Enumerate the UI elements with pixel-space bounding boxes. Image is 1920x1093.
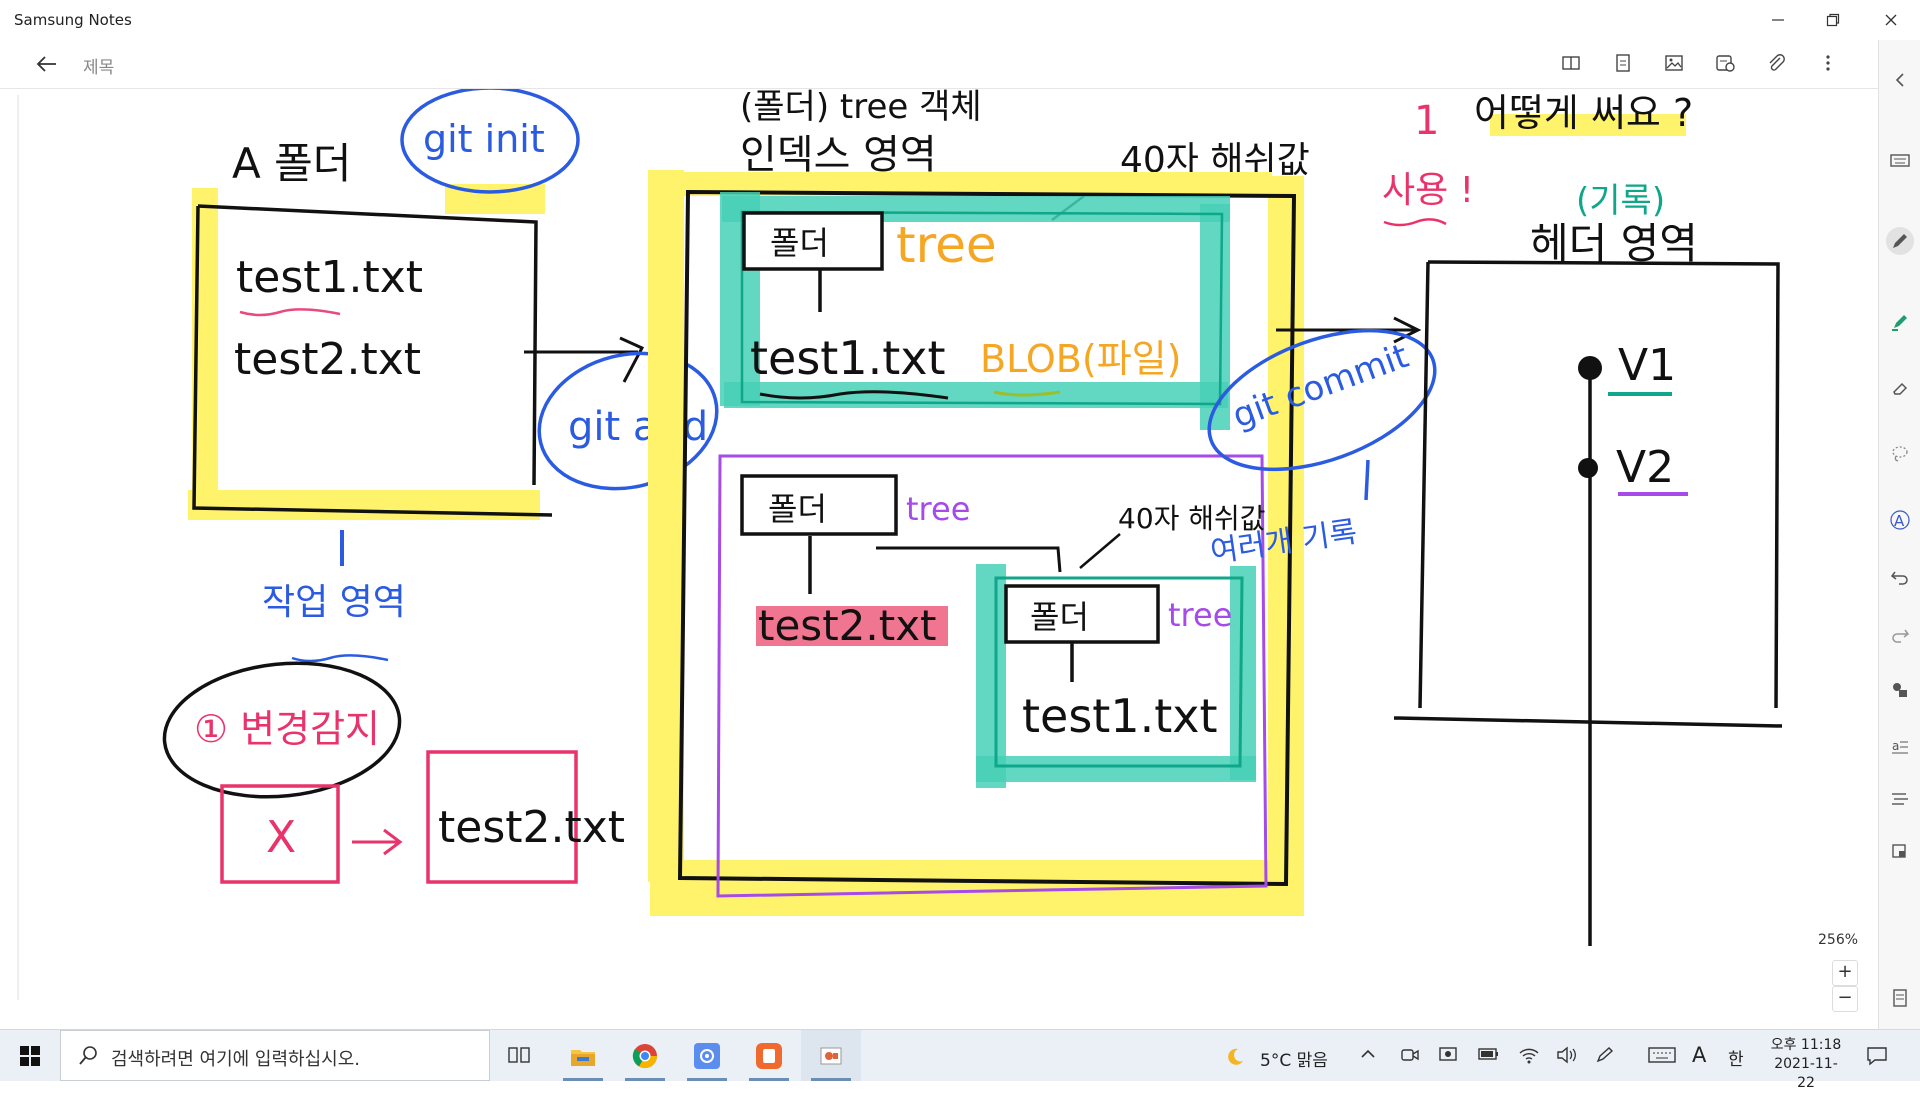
page-view-icon[interactable] bbox=[1612, 52, 1638, 76]
note-header: 제목 bbox=[0, 40, 1878, 89]
weather-moon-icon[interactable] bbox=[1224, 1046, 1246, 1073]
straighten-icon[interactable] bbox=[1886, 784, 1914, 812]
question-label: 어떻게 써요 ? bbox=[1474, 91, 1693, 135]
work-area-label: 작업 영역 bbox=[262, 582, 406, 623]
weather-text[interactable]: 5°C 맑음 bbox=[1260, 1046, 1328, 1071]
battery-icon[interactable] bbox=[1478, 1046, 1500, 1067]
settings-app-icon[interactable] bbox=[677, 1030, 737, 1081]
ime-language-text[interactable]: 한 bbox=[1728, 1045, 1744, 1070]
header-area-label: 헤더 영역 bbox=[1530, 219, 1698, 268]
lock-object-icon[interactable] bbox=[1886, 836, 1914, 864]
note-canvas[interactable]: A 폴더 git init test1.txt test2.txt git ad… bbox=[0, 86, 1878, 1029]
touch-keyboard-icon[interactable] bbox=[1648, 1046, 1676, 1069]
volume-icon[interactable] bbox=[1556, 1046, 1578, 1069]
file1-label: test1.txt bbox=[236, 252, 423, 303]
zoom-out-button[interactable]: − bbox=[1832, 986, 1858, 1012]
file1-index-label: test1.txt bbox=[750, 331, 946, 385]
svg-text:a: a bbox=[1892, 739, 1899, 753]
page-list-icon[interactable] bbox=[1886, 984, 1914, 1012]
note-title-field[interactable]: 제목 bbox=[83, 53, 114, 78]
search-icon bbox=[79, 1046, 97, 1065]
minimize-icon[interactable] bbox=[1755, 0, 1801, 40]
pen-workspace-icon[interactable] bbox=[1594, 1046, 1616, 1069]
handwriting-convert-icon[interactable]: A bbox=[1886, 506, 1914, 534]
tree-label-top: tree bbox=[896, 216, 997, 274]
taskbar-search-box[interactable]: 검색하려면 여기에 입력하십시오. bbox=[60, 1030, 490, 1081]
display-icon[interactable] bbox=[1438, 1046, 1460, 1069]
powerpoint-icon[interactable] bbox=[801, 1030, 861, 1081]
samsung-notes-icon[interactable] bbox=[739, 1030, 799, 1081]
file1-inner-label: test1.txt bbox=[1022, 689, 1218, 743]
meet-now-icon[interactable] bbox=[1400, 1046, 1420, 1069]
redo-icon[interactable] bbox=[1886, 620, 1914, 648]
tree-label-inner: tree bbox=[1168, 596, 1232, 634]
v1-label: V1 bbox=[1618, 340, 1676, 391]
change-detect-label: ① 변경감지 bbox=[194, 707, 380, 751]
num-one-label: 1 bbox=[1414, 98, 1439, 144]
file2-label: test2.txt bbox=[234, 334, 421, 385]
folder-a-label: A 폴더 bbox=[232, 139, 351, 188]
record-label: (기록) bbox=[1576, 181, 1665, 221]
tree-label-mid: tree bbox=[906, 490, 970, 528]
file-explorer-icon[interactable] bbox=[553, 1030, 613, 1081]
ime-mode-text[interactable]: A bbox=[1692, 1043, 1706, 1067]
text-convert-icon[interactable]: a bbox=[1886, 732, 1914, 760]
zoom-in-button[interactable]: + bbox=[1832, 960, 1858, 986]
windows-start-icon[interactable] bbox=[0, 1030, 60, 1081]
file2-index-label: test2.txt bbox=[758, 601, 937, 650]
keyboard-icon[interactable] bbox=[1886, 146, 1914, 174]
undo-icon[interactable] bbox=[1886, 562, 1914, 590]
book-view-icon[interactable] bbox=[1560, 52, 1586, 76]
taskbar: 검색하려면 여기에 입력하십시오. 5°C 맑음 A 한 오후 11:18 20… bbox=[0, 1029, 1920, 1091]
voice-icon[interactable] bbox=[1714, 52, 1740, 76]
index-area-label: 인덱스 영역 bbox=[740, 132, 937, 178]
eraser-icon[interactable] bbox=[1886, 374, 1914, 402]
handwriting-sketch: A 폴더 git init test1.txt test2.txt git ad… bbox=[17, 86, 1783, 1000]
wifi-icon[interactable] bbox=[1518, 1046, 1540, 1069]
x-mark-label: X bbox=[266, 812, 296, 863]
more-icon[interactable] bbox=[1817, 52, 1843, 76]
folder-box-label-mid: 폴더 bbox=[768, 490, 827, 528]
app-title: Samsung Notes bbox=[14, 11, 132, 29]
clock-date: 2021-11-22 bbox=[1774, 1056, 1838, 1091]
close-icon[interactable] bbox=[1868, 0, 1914, 40]
task-view-icon[interactable] bbox=[490, 1030, 550, 1081]
collapse-chevron-icon[interactable] bbox=[1886, 66, 1914, 94]
shapes-icon[interactable] bbox=[1886, 676, 1914, 704]
attach-icon[interactable] bbox=[1765, 52, 1791, 76]
lasso-icon[interactable] bbox=[1886, 440, 1914, 468]
folder-box-label-top: 폴더 bbox=[770, 224, 829, 262]
blob-label: BLOB(파일) bbox=[980, 337, 1181, 381]
back-arrow-icon[interactable] bbox=[32, 50, 62, 78]
clock-time: 오후 11:18 bbox=[1770, 1037, 1842, 1053]
taskbar-clock[interactable]: 오후 11:18 2021-11-22 bbox=[1766, 1036, 1846, 1093]
top-cut-label: (폴더) tree 객체 bbox=[740, 89, 982, 127]
pen-icon[interactable] bbox=[1886, 227, 1914, 255]
show-hidden-icons[interactable] bbox=[1360, 1046, 1376, 1067]
image-icon[interactable] bbox=[1663, 52, 1689, 76]
git-commit-label: git commit bbox=[1227, 336, 1413, 436]
test2-new-label: test2.txt bbox=[438, 802, 625, 853]
right-tool-rail: A a bbox=[1878, 40, 1920, 1029]
folder-box-label-inner: 폴더 bbox=[1030, 598, 1089, 636]
search-placeholder: 검색하려면 여기에 입력하십시오. bbox=[111, 1049, 361, 1070]
title-bar: Samsung Notes bbox=[0, 0, 1920, 40]
notification-icon[interactable] bbox=[1866, 1046, 1888, 1071]
highlighter-icon[interactable] bbox=[1886, 308, 1914, 336]
v2-label: V2 bbox=[1616, 442, 1674, 493]
zoom-level: 256% bbox=[1818, 932, 1859, 948]
git-init-label: git init bbox=[423, 117, 545, 161]
use-label: 사용 ! bbox=[1382, 170, 1474, 211]
restore-icon[interactable] bbox=[1810, 0, 1856, 40]
chrome-icon[interactable] bbox=[615, 1030, 675, 1081]
